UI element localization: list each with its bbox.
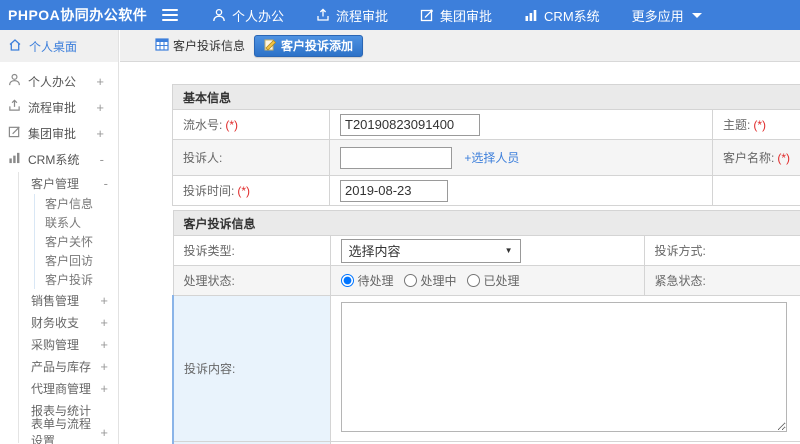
radio-processing[interactable]: 处理中 xyxy=(403,272,457,289)
complaint-time-input[interactable] xyxy=(340,179,448,202)
expand-plus-icon[interactable]: + xyxy=(100,359,108,374)
tab-bar: 客户投诉信息 客户投诉添加 xyxy=(120,30,800,62)
radio-pending[interactable]: 待处理 xyxy=(340,272,394,289)
nav-item-personal-office[interactable]: 个人办公 xyxy=(212,6,284,25)
nav-item-flow-approval[interactable]: 流程审批 xyxy=(316,6,388,25)
sidebar-item-customer-info[interactable]: 客户信息 xyxy=(35,194,118,213)
complaint-info-table: 客户投诉信息 投诉类型: 选择内容 ▼ 投诉方式: 处理状态: 待处理 处理中 … xyxy=(172,210,800,444)
sidebar-item-contacts[interactable]: 联系人 xyxy=(35,213,118,232)
expand-plus-icon[interactable]: + xyxy=(96,126,104,141)
edit-square-icon xyxy=(8,125,21,141)
expand-plus-icon[interactable]: + xyxy=(96,74,104,89)
chevron-down-icon: ▼ xyxy=(504,246,513,255)
flow-approve-icon xyxy=(8,99,21,115)
serial-number-label: 流水号: (*) xyxy=(172,109,330,140)
sidebar-item-customer-management[interactable]: 客户管理 - xyxy=(19,172,118,194)
complaint-form: 基本信息 流水号:(*) 主题:(*) 投诉人: +选择人员 客户名称:(*) xyxy=(172,84,800,444)
handle-status-radios: 待处理 处理中 已处理 xyxy=(340,272,634,289)
complaint-type-label: 投诉类型: xyxy=(172,235,331,266)
user-icon xyxy=(212,8,226,22)
top-header: PHPOA协同办公软件 个人办公 流程审批 集团审批 CRM系统 更多应用 xyxy=(0,0,800,30)
expand-plus-icon[interactable]: + xyxy=(100,293,108,308)
expand-plus-icon[interactable]: + xyxy=(100,381,108,396)
main-content: 基本信息 流水号:(*) 主题:(*) 投诉人: +选择人员 客户名称:(*) xyxy=(120,63,800,444)
bar-chart-icon xyxy=(524,8,538,22)
sidebar-item-personal-desktop[interactable]: 个人桌面 xyxy=(0,30,118,62)
bar-chart-icon xyxy=(8,151,21,167)
hamburger-menu-icon[interactable] xyxy=(162,9,182,21)
urgent-status-label: 紧急状态: xyxy=(643,265,800,296)
nav-item-more-apps[interactable]: 更多应用 xyxy=(632,6,702,25)
complaint-type-select[interactable]: 选择内容 ▼ xyxy=(340,238,521,263)
customer-name-label: 客户名称: (*) xyxy=(712,139,800,176)
complainant-input xyxy=(340,146,452,169)
required-mark: (*) xyxy=(753,118,767,132)
required-mark: (*) xyxy=(237,184,251,198)
complaint-content-textarea[interactable] xyxy=(340,302,787,432)
edit-square-icon xyxy=(420,8,434,22)
sidebar-item-purchase-management[interactable]: 采购管理 + xyxy=(19,333,118,355)
tab-add-complaint-button[interactable]: 客户投诉添加 xyxy=(254,34,364,57)
tab-complaint-info[interactable]: 客户投诉信息 xyxy=(155,37,245,54)
nav-item-group-approval[interactable]: 集团审批 xyxy=(420,6,492,25)
flow-approve-icon xyxy=(316,8,330,22)
expand-plus-icon[interactable]: + xyxy=(96,100,104,115)
customer-management-submenu: 客户信息 联系人 客户关怀 客户回访 客户投诉 xyxy=(34,194,118,289)
subject-label: 主题: (*) xyxy=(712,109,800,140)
section-title-complaint-info: 客户投诉信息 xyxy=(172,210,800,236)
sidebar-item-sales-management[interactable]: 销售管理 + xyxy=(19,289,118,311)
handle-status-label: 处理状态: xyxy=(172,265,331,296)
collapse-minus-icon[interactable]: - xyxy=(100,152,104,167)
sidebar-item-products-inventory[interactable]: 产品与库存 + xyxy=(19,355,118,377)
app-logo: PHPOA协同办公软件 xyxy=(8,7,148,23)
sidebar-item-crm-system[interactable]: CRM系统 - xyxy=(0,146,118,172)
collapse-minus-icon[interactable]: - xyxy=(104,176,108,191)
home-icon xyxy=(8,38,22,55)
complaint-time-label: 投诉时间: (*) xyxy=(172,175,330,206)
caret-down-icon xyxy=(691,12,702,18)
top-nav: 个人办公 流程审批 集团审批 CRM系统 更多应用 xyxy=(212,6,702,25)
serial-number-input[interactable] xyxy=(340,113,480,136)
complaint-method-label: 投诉方式: xyxy=(643,235,800,266)
sidebar-item-group-approval[interactable]: 集团审批 + xyxy=(0,120,118,146)
sidebar-item-agent-management[interactable]: 代理商管理 + xyxy=(19,377,118,399)
basic-info-table: 基本信息 流水号:(*) 主题:(*) 投诉人: +选择人员 客户名称:(*) xyxy=(172,84,800,206)
expand-plus-icon[interactable]: + xyxy=(100,425,108,440)
complaint-content-label: 投诉内容: xyxy=(172,295,331,442)
sidebar-item-flow-approval[interactable]: 流程审批 + xyxy=(0,94,118,120)
radio-processed[interactable]: 已处理 xyxy=(466,272,520,289)
nav-item-crm-system[interactable]: CRM系统 xyxy=(524,6,600,25)
sidebar-menu: 个人办公 + 流程审批 + 集团审批 + CRM系统 - 客户管理 - 客户信息… xyxy=(0,62,118,444)
required-mark: (*) xyxy=(777,151,791,165)
sidebar-item-customer-care[interactable]: 客户关怀 xyxy=(35,232,118,251)
add-edit-icon xyxy=(264,38,277,54)
complainant-label: 投诉人: xyxy=(172,139,330,176)
app-window: PHPOA协同办公软件 个人办公 流程审批 集团审批 CRM系统 更多应用 个人… xyxy=(0,0,800,444)
expand-plus-icon[interactable]: + xyxy=(100,315,108,330)
crm-submenu: 客户管理 - 客户信息 联系人 客户关怀 客户回访 客户投诉 销售管理 + 财务… xyxy=(18,172,118,444)
sidebar-item-personal-office[interactable]: 个人办公 + xyxy=(0,68,118,94)
expand-plus-icon[interactable]: + xyxy=(100,337,108,352)
sidebar-item-form-flow-settings[interactable]: 表单与流程设置 + xyxy=(19,417,118,444)
table-icon xyxy=(155,37,169,54)
sidebar-item-customer-complaint[interactable]: 客户投诉 xyxy=(35,270,118,289)
user-icon xyxy=(8,73,21,89)
section-title-basic-info: 基本信息 xyxy=(172,84,800,110)
choose-person-link[interactable]: +选择人员 xyxy=(464,151,519,165)
sidebar-item-finance[interactable]: 财务收支 + xyxy=(19,311,118,333)
sidebar-item-customer-followup[interactable]: 客户回访 xyxy=(35,251,118,270)
sidebar: 个人桌面 个人办公 + 流程审批 + 集团审批 + CRM系统 - 客户管理 -… xyxy=(0,30,119,444)
required-mark: (*) xyxy=(225,118,239,132)
